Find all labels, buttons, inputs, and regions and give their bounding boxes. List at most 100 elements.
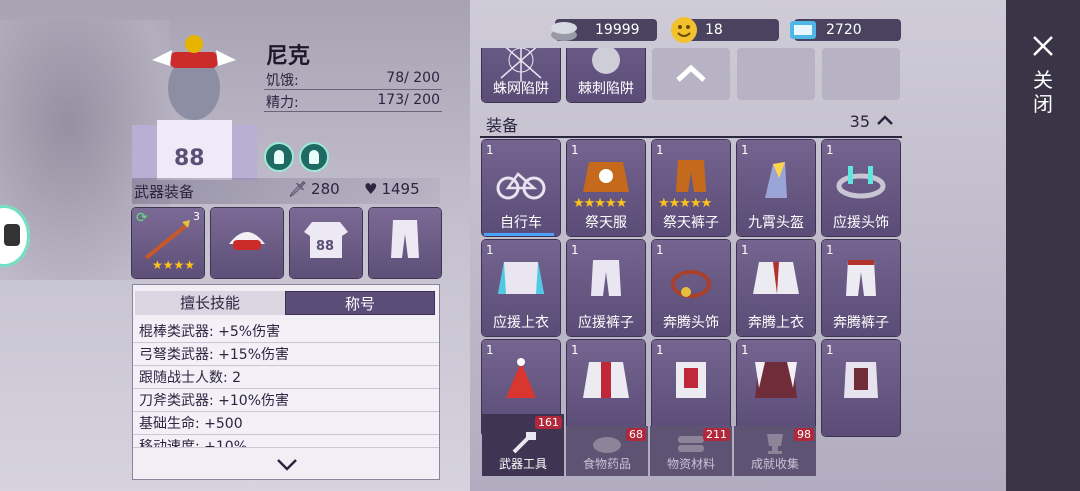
item-slot[interactable]: 1 ★★★★★ 祭天服 [567,140,645,236]
collapse-traps-button[interactable] [652,48,730,100]
close-label[interactable]: 关闭 [1033,68,1053,116]
tab-label: 武器工具 [498,457,547,471]
equipped-weapon-slot[interactable]: ⟳ 3 ★★★★ [132,208,204,278]
item-count: 1 [826,343,834,357]
skill-row: 移动速度: +10% [133,436,439,448]
tab-food-medicine[interactable]: 68 食物药品 [566,426,648,476]
hunger-label: 饥饿: [266,73,299,89]
skills-tabs: 擅长技能 称号 [133,291,439,317]
trap-name: 蛛网陷阱 [493,81,549,97]
tab-titles[interactable]: 称号 [285,291,435,315]
weapon-stars: ★★★★ [152,258,196,272]
item-count: 1 [571,243,579,257]
item-name: 祭天服 [585,215,627,231]
attack-value: 280 [311,180,340,198]
spear-icon [144,220,190,260]
silver-coins-icon [551,22,577,41]
item-count: 1 [656,243,664,257]
pants-icon [591,260,621,296]
item-count: 1 [826,243,834,257]
item-stars: ★★★★★ [573,196,627,211]
item-name: 应援上衣 [493,315,549,331]
equipped-pants-slot[interactable] [369,208,441,278]
robe-icon [583,362,629,398]
tab-materials[interactable]: 211 物资材料 [650,426,732,476]
empty-slot [737,48,815,100]
gold-value: 18 [705,22,723,38]
close-icon[interactable] [1031,34,1055,58]
armor-pants-icon [844,362,878,398]
crown-hat-icon [229,232,265,250]
silver-value: 19999 [595,22,640,38]
item-slot[interactable]: 1 [652,340,730,436]
item-name: 奔腾头饰 [663,315,719,331]
item-slot[interactable]: 1 应援裤子 [567,240,645,336]
equipped-shirt-slot[interactable]: 88 [290,208,362,278]
skill-row: 跟随战士人数: 2 [133,367,439,389]
item-count: 1 [486,143,494,157]
durability-bar [484,233,554,236]
item-count: 1 [486,343,494,357]
item-slot[interactable]: 1 [567,340,645,436]
item-slot[interactable]: 1 奔腾上衣 [737,240,815,336]
energy-value: 173/ 200 [377,92,440,108]
hero-name: 尼克 [266,44,311,69]
ticket-icon [790,21,816,39]
skills-panel: 擅长技能 称号 棍棒类武器: +5%伤害 弓弩类武器: +15%伤害 跟随战士人… [132,284,440,480]
tab-label: 成就收集 [750,457,799,471]
item-count: 1 [571,143,579,157]
equipment-section-title: 装备 [486,116,519,135]
trap-slot[interactable]: 蛛网陷阱 [482,48,560,102]
headband-icon [671,270,711,298]
item-name: 祭天裤子 [663,215,719,231]
ticket-value: 2720 [826,22,862,38]
skill-row: 基础生命: +500 [133,413,439,435]
jacket-icon [498,262,544,294]
smiley-coin-icon [671,17,697,43]
tab-weapons-tools[interactable]: 161 武器工具 [482,414,564,476]
ticket-currency: 2720 [790,19,901,41]
attack-stat: 🗡 280 [288,180,340,198]
item-slot[interactable]: 1 九霄头盔 [737,140,815,236]
hunger-value: 78/ 200 [386,70,440,86]
item-count: 1 [571,343,579,357]
chevron-down-icon[interactable] [276,458,298,472]
energy-label: 精力: [266,95,299,111]
skill-row: 刀斧类武器: +10%伤害 [133,390,439,412]
close-bar[interactable]: 关闭 [1006,0,1080,491]
badge-count: 68 [626,428,646,441]
item-slot[interactable]: 1 应援头饰 [822,140,900,236]
skill-row: 棍棒类武器: +5%伤害 [133,321,439,343]
equipment-section-header[interactable]: 装备 35 [480,110,902,138]
weapon-level: 3 [193,210,200,223]
chevron-up-icon [676,64,706,82]
food-icon [593,437,621,453]
trap-slot[interactable]: 棘刺陷阱 [567,48,645,102]
tab-label: 物资材料 [666,457,715,471]
item-name: 奔腾上衣 [748,315,804,331]
energy-stat: 精力: 173/ 200 [264,91,442,112]
tab-skills[interactable]: 擅长技能 [135,291,285,315]
item-slot[interactable]: 1 奔腾裤子 [822,240,900,336]
equipped-hat-slot[interactable] [211,208,283,278]
item-count: 1 [741,343,749,357]
health-stat: ♥ 1495 [364,180,420,198]
item-slot[interactable]: 1 应援上衣 [482,240,560,336]
pants-icon [391,220,419,258]
item-slot[interactable]: 1 [822,340,900,436]
item-slot[interactable]: 1 奔腾头饰 [652,240,730,336]
item-count: 1 [741,243,749,257]
item-name: 应援裤子 [578,315,634,331]
tab-achievements[interactable]: 98 成就收集 [734,426,816,476]
item-slot[interactable]: 1 ★★★★★ 祭天裤子 [652,140,730,236]
weapon-section-header: 武器装备 🗡 280 ♥ 1495 [132,178,440,204]
follower-icon[interactable] [299,142,329,172]
jersey-icon: 88 [304,222,348,258]
refresh-icon: ⟳ [136,210,148,226]
buff-icon[interactable] [264,142,294,172]
item-slot[interactable]: 1 [737,340,815,436]
party-hat-icon [506,358,536,398]
item-slot-bicycle[interactable]: 1 自行车 [482,140,560,236]
empty-slot [822,48,900,100]
jersey-number: 88 [316,239,334,254]
